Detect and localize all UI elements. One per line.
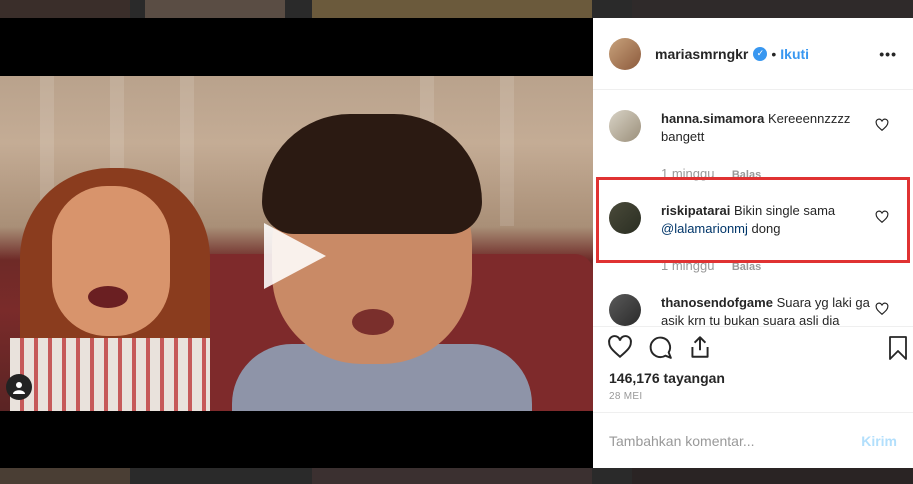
view-count[interactable]: 146,176 tayangan <box>593 366 913 390</box>
share-icon[interactable] <box>687 334 713 360</box>
like-heart-icon[interactable] <box>607 334 633 360</box>
post-comment-button[interactable]: Kirim <box>861 433 897 449</box>
more-options-icon[interactable]: ••• <box>879 46 897 62</box>
background-thumbnail[interactable] <box>312 0 592 20</box>
commenter-username[interactable]: thanosendofgame <box>661 295 773 310</box>
action-bar <box>593 326 913 366</box>
singer-left <box>10 168 210 411</box>
user-tag-icon[interactable] <box>6 374 32 400</box>
post-header: mariasmrngkr ✓ • Ikuti ••• <box>593 18 913 90</box>
commenter-avatar[interactable] <box>609 110 641 142</box>
comment-text: thanosendofgame Suara yg laki ga asik kr… <box>661 294 883 326</box>
heart-icon[interactable] <box>875 118 889 132</box>
verified-badge-icon: ✓ <box>753 46 768 61</box>
comment-item: hanna.simamora Kereeennzzzz bangett 1 mi… <box>609 110 897 181</box>
post-modal: mariasmrngkr ✓ • Ikuti ••• hanna.simamor… <box>0 18 913 468</box>
post-date[interactable]: 28 MEI <box>593 390 913 412</box>
comment-composer: Kirim <box>593 412 913 468</box>
play-icon[interactable] <box>264 223 326 289</box>
video-player[interactable] <box>0 18 593 468</box>
comment-item: thanosendofgame Suara yg laki ga asik kr… <box>609 294 897 326</box>
background-thumbnail[interactable] <box>0 0 130 20</box>
bookmark-icon[interactable] <box>887 335 909 361</box>
background-thumbnail[interactable] <box>632 468 913 484</box>
comment-input[interactable] <box>609 432 862 449</box>
author-avatar[interactable] <box>609 37 641 70</box>
background-thumbnail[interactable] <box>312 468 592 484</box>
comment-bubble-icon[interactable] <box>647 334 673 360</box>
commenter-avatar[interactable] <box>609 294 641 326</box>
follow-button[interactable]: Ikuti <box>780 46 809 62</box>
background-thumbnail[interactable] <box>145 0 285 20</box>
header-separator: • <box>771 45 777 62</box>
background-thumbnail[interactable] <box>632 0 913 20</box>
post-sidebar: mariasmrngkr ✓ • Ikuti ••• hanna.simamor… <box>593 18 913 468</box>
commenter-username[interactable]: hanna.simamora <box>661 111 764 126</box>
highlight-box <box>596 177 910 263</box>
author-username[interactable]: mariasmrngkr <box>655 46 748 62</box>
background-thumbnail[interactable] <box>0 468 130 484</box>
heart-icon[interactable] <box>875 302 889 316</box>
comment-text: hanna.simamora Kereeennzzzz bangett <box>661 110 883 146</box>
